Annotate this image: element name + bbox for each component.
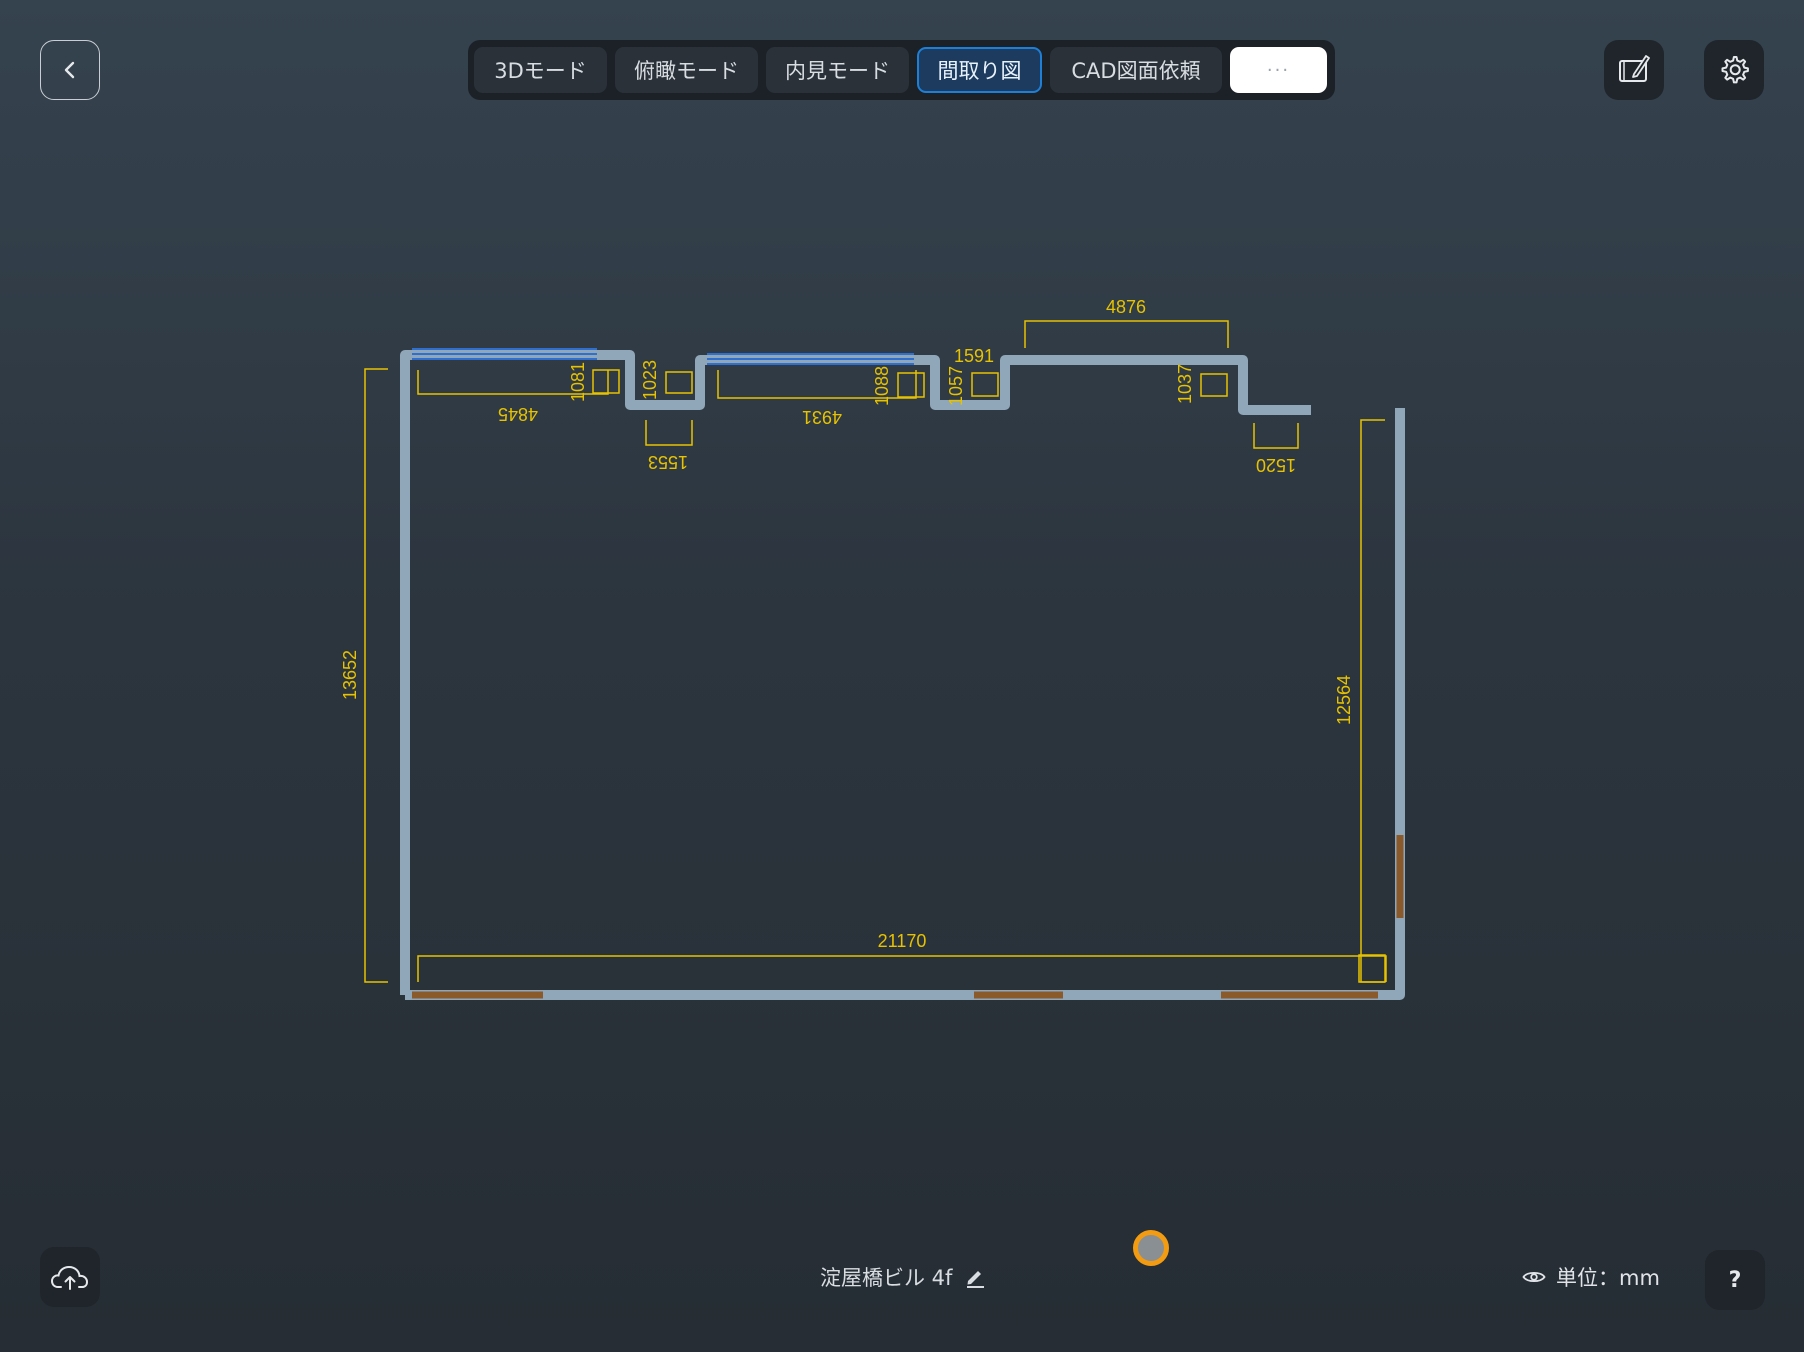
dim-left-height: 13652 bbox=[340, 650, 360, 700]
dim-step1-depth: 1081 bbox=[568, 362, 588, 402]
doors bbox=[412, 835, 1404, 999]
property-name-text: 淀屋橋ビル 4f bbox=[820, 1266, 953, 1290]
eye-icon bbox=[1522, 1271, 1546, 1283]
unit-display[interactable]: 単位：mm bbox=[1522, 1262, 1660, 1292]
dim-right-height: 12564 bbox=[1334, 675, 1354, 725]
upload-button[interactable] bbox=[40, 1247, 100, 1307]
dim-step4-depth: 1057 bbox=[946, 366, 966, 406]
dim-top-width: 4876 bbox=[1106, 297, 1146, 317]
property-name: 淀屋橋ビル 4f bbox=[820, 1262, 986, 1292]
dim-notch-width: 1591 bbox=[954, 346, 994, 366]
dim-step5-depth: 1037 bbox=[1175, 364, 1195, 404]
dim-notch1-width: 1553 bbox=[648, 452, 688, 472]
pencil-icon[interactable] bbox=[964, 1266, 986, 1288]
dim-step2-depth: 1023 bbox=[640, 360, 660, 400]
help-button[interactable]: ? bbox=[1705, 1250, 1765, 1310]
dim-step3-depth: 1088 bbox=[872, 366, 892, 406]
compass-marker[interactable] bbox=[1133, 1230, 1169, 1266]
floor-plan: 4876 1591 4845 4931 1553 1520 1081 1023 … bbox=[340, 297, 1405, 1000]
cloud-upload-icon bbox=[50, 1265, 89, 1290]
dim-total-width: 21170 bbox=[878, 931, 927, 951]
dim-window1-width: 4845 bbox=[498, 404, 538, 424]
dim-notch2-width: 1520 bbox=[1256, 455, 1296, 475]
walls bbox=[400, 350, 1405, 1000]
dim-window2-width: 4931 bbox=[802, 407, 842, 427]
unit-label: 単位：mm bbox=[1556, 1266, 1660, 1290]
help-icon: ? bbox=[1728, 1267, 1742, 1293]
